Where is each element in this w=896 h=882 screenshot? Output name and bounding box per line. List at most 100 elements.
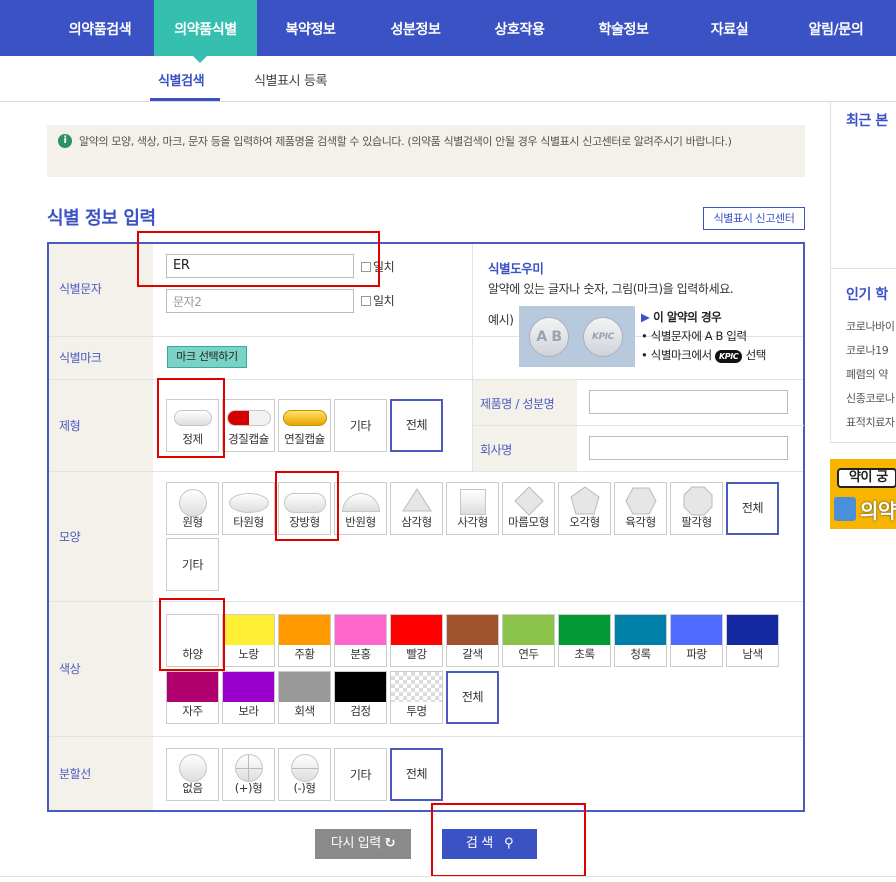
shape-oval-button[interactable]: 타원형 [222, 482, 275, 535]
color-13-button[interactable]: 회색 [278, 671, 331, 724]
color-4-button[interactable]: 빨강 [390, 614, 443, 667]
line-other-button[interactable]: 기타 [334, 748, 387, 801]
plus-line-icon [234, 754, 263, 782]
color-2-button[interactable]: 주황 [278, 614, 331, 667]
highlight-box [157, 378, 225, 458]
color-12-button[interactable]: 보라 [222, 671, 275, 724]
label-identify-mark: 식별마크 [49, 337, 153, 379]
form-hard-capsule-button[interactable]: 경질캡슐 [222, 399, 275, 452]
nav-item-drug-identify[interactable]: 의약품식별 [154, 0, 257, 56]
nav-item-academic-info[interactable]: 학술정보 [576, 0, 671, 56]
color-all-button[interactable]: 전체 [446, 671, 499, 724]
shape-square-button[interactable]: 사각형 [446, 482, 499, 535]
highlight-box [137, 231, 380, 287]
product-name-input[interactable] [589, 390, 788, 414]
line-minus-button[interactable]: (-)형 [278, 748, 331, 801]
highlight-box [159, 598, 225, 671]
color-15-button[interactable]: 투명 [390, 671, 443, 724]
color-14-button[interactable]: 검정 [334, 671, 387, 724]
color-11-button[interactable]: 자주 [166, 671, 219, 724]
pentagon-icon [570, 486, 600, 515]
line-plus-button[interactable]: (+)형 [222, 748, 275, 801]
side-popular-item[interactable]: 신종코로나 [846, 390, 895, 406]
top-nav: 의약품검색 의약품식별 복약정보 성분정보 상호작용 학술정보 자료실 알림/문… [0, 0, 896, 63]
nav-item-dosage-info[interactable]: 복약정보 [263, 0, 358, 56]
form-soft-capsule-button[interactable]: 연질캡슐 [278, 399, 331, 452]
nav-item-ingredient-info[interactable]: 성분정보 [368, 0, 463, 56]
shape-pentagon-button[interactable]: 오각형 [558, 482, 611, 535]
label-form: 제형 [49, 380, 153, 471]
notice-text: 알약의 모양, 색상, 마크, 문자 등을 입력하여 제품명을 검색할 수 있습… [79, 135, 732, 148]
side-popular-item[interactable]: 코로나바이 [846, 318, 895, 334]
line-all-button[interactable]: 전체 [390, 748, 443, 801]
color-swatch [615, 615, 666, 645]
color-7-button[interactable]: 초록 [558, 614, 611, 667]
color-10-button[interactable]: 남색 [726, 614, 779, 667]
shape-circle-button[interactable]: 원형 [166, 482, 219, 535]
color-swatch [503, 615, 554, 645]
shape-label: 사각형 [457, 515, 488, 529]
color-label: 회색 [294, 704, 315, 718]
banner-top-text: 약이 궁 [837, 468, 896, 488]
color-5-button[interactable]: 갈색 [446, 614, 499, 667]
pill-ab: A B [529, 317, 569, 357]
side-popular-item[interactable]: 표적치료자 [846, 414, 895, 430]
shape-label: 마름모형 [508, 515, 549, 529]
identify-text-input-2[interactable]: 문자2 [166, 289, 354, 313]
color-6-button[interactable]: 연두 [502, 614, 555, 667]
color-8-button[interactable]: 청록 [614, 614, 667, 667]
color-swatch [671, 615, 722, 645]
shape-semicircle-button[interactable]: 반원형 [334, 482, 387, 535]
color-label: 분홍 [350, 647, 371, 661]
circle-icon [178, 754, 207, 782]
color-label: 투명 [406, 704, 427, 718]
color-label: 빨강 [406, 647, 427, 661]
form-other-button[interactable]: 기타 [334, 399, 387, 452]
color-3-button[interactable]: 분홍 [334, 614, 387, 667]
side-banner[interactable]: 약이 궁 의약 [830, 459, 896, 529]
label-color: 색상 [49, 602, 153, 736]
subnav-mark-register[interactable]: 식별표시 등록 [254, 70, 327, 89]
side-popular-item[interactable]: 폐렴의 약 [846, 366, 888, 382]
shape-octagon-button[interactable]: 팔각형 [670, 482, 723, 535]
shape-label: 타원형 [233, 515, 264, 529]
label-shape: 모양 [49, 472, 153, 601]
form-all-button[interactable]: 전체 [390, 399, 443, 452]
notice-box: i 알약의 모양, 색상, 마크, 문자 등을 입력하여 제품명을 검색할 수 … [47, 125, 805, 177]
report-center-button[interactable]: 식별표시 신고센터 [703, 207, 805, 230]
color-swatch [167, 672, 218, 702]
shape-label: 오각형 [569, 515, 600, 529]
line-none-button[interactable]: 없음 [166, 748, 219, 801]
color-label: 남색 [742, 647, 763, 661]
form-label: 경질캡슐 [228, 432, 269, 446]
side-popular-title: 인기 학 [846, 287, 888, 303]
exact-match-checkbox-2[interactable]: 일치 [361, 292, 395, 309]
select-mark-button[interactable]: 마크 선택하기 [167, 346, 247, 368]
triangle-icon: ▶ [641, 310, 650, 324]
color-label: 자주 [182, 704, 203, 718]
shape-diamond-button[interactable]: 마름모형 [502, 482, 555, 535]
color-swatch [223, 615, 274, 645]
company-name-input[interactable] [589, 436, 788, 460]
shape-all-button[interactable]: 전체 [726, 482, 779, 535]
divider [830, 442, 896, 443]
footer-divider [0, 876, 896, 877]
section-title: 식별 정보 입력 [47, 208, 156, 229]
reset-button[interactable]: 다시 입력 ↻ [315, 829, 411, 859]
nav-item-archive[interactable]: 자료실 [682, 0, 777, 56]
help-line-2: 식별마크에서 [650, 348, 712, 362]
nav-item-notice-inquiry[interactable]: 알림/문의 [786, 0, 886, 56]
shape-triangle-button[interactable]: 삼각형 [390, 482, 443, 535]
side-popular-item[interactable]: 코로나19 [846, 342, 889, 358]
shape-other-button[interactable]: 기타 [166, 538, 219, 591]
shape-hexagon-button[interactable]: 육각형 [614, 482, 667, 535]
color-label: 파랑 [686, 647, 707, 661]
hard-capsule-icon [226, 410, 271, 426]
color-9-button[interactable]: 파랑 [670, 614, 723, 667]
nav-item-interaction[interactable]: 상호작용 [472, 0, 567, 56]
color-1-button[interactable]: 노랑 [222, 614, 275, 667]
label-company: 회사명 [480, 443, 512, 457]
kpic-badge: KPIC [715, 350, 743, 363]
subnav-identify-search[interactable]: 식별검색 [158, 70, 205, 89]
nav-item-drug-search[interactable]: 의약품검색 [50, 0, 150, 56]
